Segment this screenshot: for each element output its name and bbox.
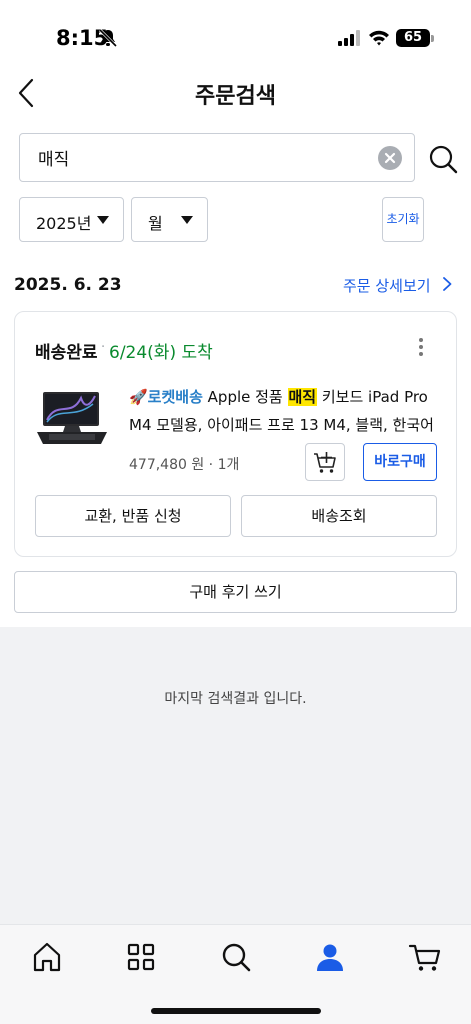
month-select[interactable]: 월 <box>131 197 208 242</box>
caret-down-icon <box>181 216 193 224</box>
page-title: 주문검색 <box>195 84 276 109</box>
category-grid-icon[interactable] <box>123 939 159 975</box>
delivery-status: 배송완료 <box>35 343 98 363</box>
reset-filters-button[interactable]: 초기화 <box>382 197 424 242</box>
year-select-label: 2025년 <box>36 214 92 233</box>
rocket-delivery-badge: 🚀로켓배송 <box>129 388 203 406</box>
search-icon[interactable] <box>218 939 254 975</box>
order-date: 2025. 6. 23 <box>14 275 122 295</box>
write-review-button[interactable]: 구매 후기 쓰기 <box>14 571 457 613</box>
battery-tip <box>431 35 434 42</box>
search-input[interactable] <box>38 134 368 181</box>
status-separator: · <box>101 340 106 355</box>
home-indicator <box>151 1008 321 1014</box>
home-icon[interactable] <box>29 939 65 975</box>
month-select-label: 월 <box>148 214 163 233</box>
more-options-icon[interactable] <box>413 338 429 358</box>
arrival-date: 6/24(화) 도착 <box>109 343 213 363</box>
year-select[interactable]: 2025년 <box>19 197 124 242</box>
product-title-suffix: 키보드 iPad Pro <box>317 388 428 406</box>
price-quantity: 477,480 원 · 1개 <box>129 457 240 473</box>
page-header: 주문검색 <box>0 64 471 120</box>
caret-down-icon <box>97 216 109 224</box>
search-box <box>19 133 415 182</box>
product-title-line1[interactable]: 🚀로켓배송 Apple 정품 매직 키보드 iPad Pro <box>129 386 439 407</box>
exchange-return-button[interactable]: 교환, 반품 신청 <box>35 495 231 537</box>
chevron-right-icon <box>443 277 452 291</box>
order-detail-link-label: 주문 상세보기 <box>343 277 431 295</box>
product-title-prefix: Apple 정품 <box>202 388 288 406</box>
order-detail-link[interactable]: 주문 상세보기 <box>343 275 452 296</box>
results-end-area <box>0 627 471 924</box>
cellular-signal-icon <box>338 30 360 46</box>
end-of-results-message: 마지막 검색결과 입니다. <box>164 691 307 707</box>
product-thumbnail[interactable] <box>35 390 109 448</box>
bell-muted-icon <box>98 28 118 48</box>
buy-now-button[interactable]: 바로구매 <box>363 443 437 481</box>
my-account-icon[interactable] <box>312 939 348 975</box>
add-to-cart-button[interactable] <box>305 443 345 481</box>
order-card: 배송완료 · 6/24(화) 도착 🚀로켓배송 Apple 정품 매직 키보드 … <box>14 311 457 557</box>
wifi-icon <box>369 30 389 46</box>
delivery-tracking-button[interactable]: 배송조회 <box>241 495 437 537</box>
battery-level: 65 <box>396 29 430 47</box>
product-title-line2[interactable]: M4 모델용, 아이패드 프로 13 M4, 블랙, 한국어 <box>129 414 439 435</box>
close-icon <box>384 152 396 164</box>
clear-search-button[interactable] <box>378 146 402 170</box>
status-bar: 8:15 65 <box>0 0 471 60</box>
search-keyword-highlight: 매직 <box>287 388 318 406</box>
add-to-cart-icon <box>314 452 336 473</box>
cart-icon[interactable] <box>407 939 443 975</box>
search-icon[interactable] <box>427 143 459 175</box>
